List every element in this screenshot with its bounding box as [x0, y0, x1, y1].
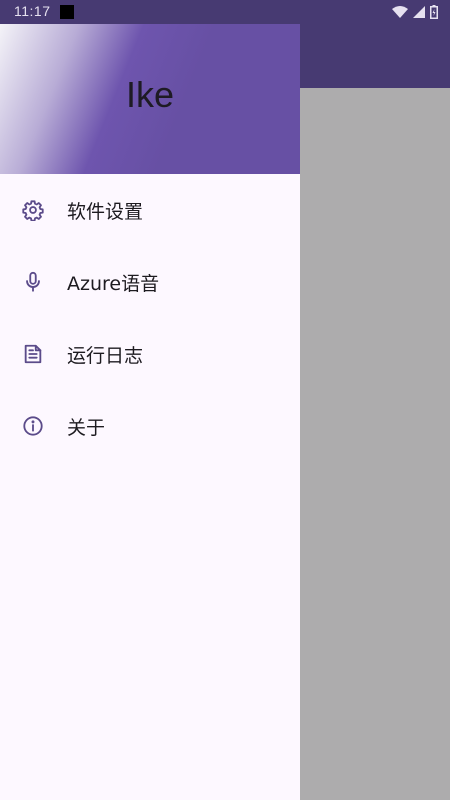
nav-item-settings[interactable]: 软件设置	[0, 174, 300, 246]
microphone-icon	[22, 271, 44, 293]
drawer-title: Ike	[125, 74, 175, 115]
status-time: 11:17	[14, 3, 51, 19]
info-icon	[22, 415, 44, 437]
nav-item-label: 运行日志	[67, 344, 144, 367]
nav-item-label: 软件设置	[67, 200, 144, 223]
battery-icon	[430, 5, 438, 19]
navigation-drawer: Ike 软件设置 Azure语音 运行日志 关于	[0, 24, 300, 800]
wifi-icon	[392, 6, 408, 18]
nav-list: 软件设置 Azure语音 运行日志 关于	[0, 174, 300, 462]
screen: 11:17 Ike 软件设置 Azure语音 运行日志 关于	[0, 0, 450, 800]
nav-item-label: Azure语音	[67, 272, 160, 295]
notification-icon	[60, 5, 74, 19]
nav-item-about[interactable]: 关于	[0, 390, 300, 462]
signal-icon	[413, 6, 425, 18]
document-icon	[22, 343, 44, 365]
gear-icon	[22, 199, 44, 221]
nav-item-azure-speech[interactable]: Azure语音	[0, 246, 300, 318]
nav-item-label: 关于	[67, 416, 106, 439]
drawer-header: Ike	[0, 24, 300, 174]
status-bar: 11:17	[0, 0, 450, 24]
status-icons	[392, 4, 438, 20]
nav-item-run-log[interactable]: 运行日志	[0, 318, 300, 390]
drawer-scrim[interactable]	[300, 88, 450, 800]
